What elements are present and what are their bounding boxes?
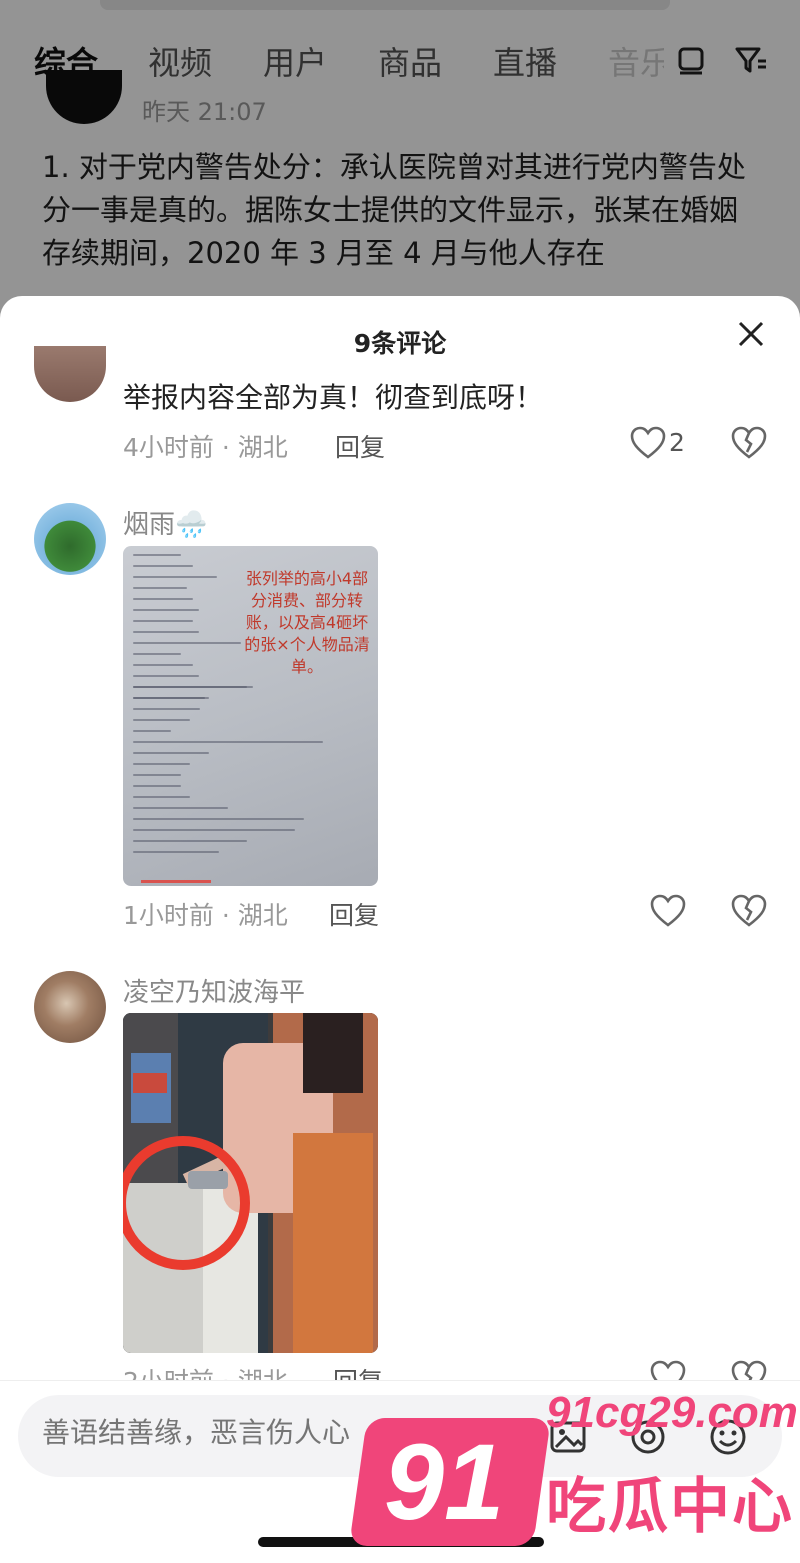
comment-image-document[interactable]: 张列举的高小4部分消费、部分转账，以及高4砸坏的张×个人物品清单。	[123, 546, 378, 886]
comments-sheet: 9条评论 举报内容全部为真！彻查到底呀！ 4小时前 · 湖北 回复 2 烟雨🌧️…	[0, 296, 800, 1563]
avatar[interactable]	[34, 971, 106, 1043]
comment-text: 举报内容全部为真！彻查到底呀！	[123, 381, 544, 414]
document-text-lines	[133, 686, 323, 862]
watermark-number: 91	[384, 1421, 505, 1542]
photo-illustration	[123, 1013, 378, 1353]
red-underline	[141, 880, 211, 883]
reply-button[interactable]: 回复	[329, 896, 379, 932]
close-button[interactable]	[733, 318, 769, 354]
commenter-name[interactable]: 烟雨🌧️	[123, 504, 207, 541]
like-count: 2	[669, 428, 685, 457]
document-text-lines	[133, 554, 253, 708]
heart-icon[interactable]	[630, 426, 666, 460]
commenter-name[interactable]: 凌空乃知波海平	[123, 972, 305, 1009]
heart-icon[interactable]	[650, 894, 686, 928]
comment-meta: 4小时前 · 湖北	[123, 433, 288, 462]
avatar[interactable]	[34, 346, 106, 402]
background-page: 综合 视频 用户 商品 直播 音乐 昨天 21:07 1. 对于党内警告处分：承…	[0, 0, 800, 320]
watermark-domain: 91cg29.com	[546, 1388, 798, 1437]
comments-title: 9条评论	[353, 329, 447, 358]
watermark: 91 91cg29.com 吃瓜中心	[349, 1388, 800, 1563]
reply-button[interactable]: 回复	[335, 428, 385, 464]
broken-heart-icon[interactable]	[731, 894, 767, 928]
broken-heart-icon[interactable]	[731, 426, 767, 460]
document-caption: 张列举的高小4部分消费、部分转账，以及高4砸坏的张×个人物品清单。	[244, 569, 370, 676]
dim-overlay[interactable]	[0, 0, 800, 320]
watermark-text: 吃瓜中心	[546, 1472, 794, 1542]
comment-image-photo[interactable]	[123, 1013, 378, 1353]
comment-meta: 1小时前 · 湖北	[123, 901, 288, 930]
avatar[interactable]	[34, 503, 106, 575]
close-icon	[738, 321, 764, 347]
